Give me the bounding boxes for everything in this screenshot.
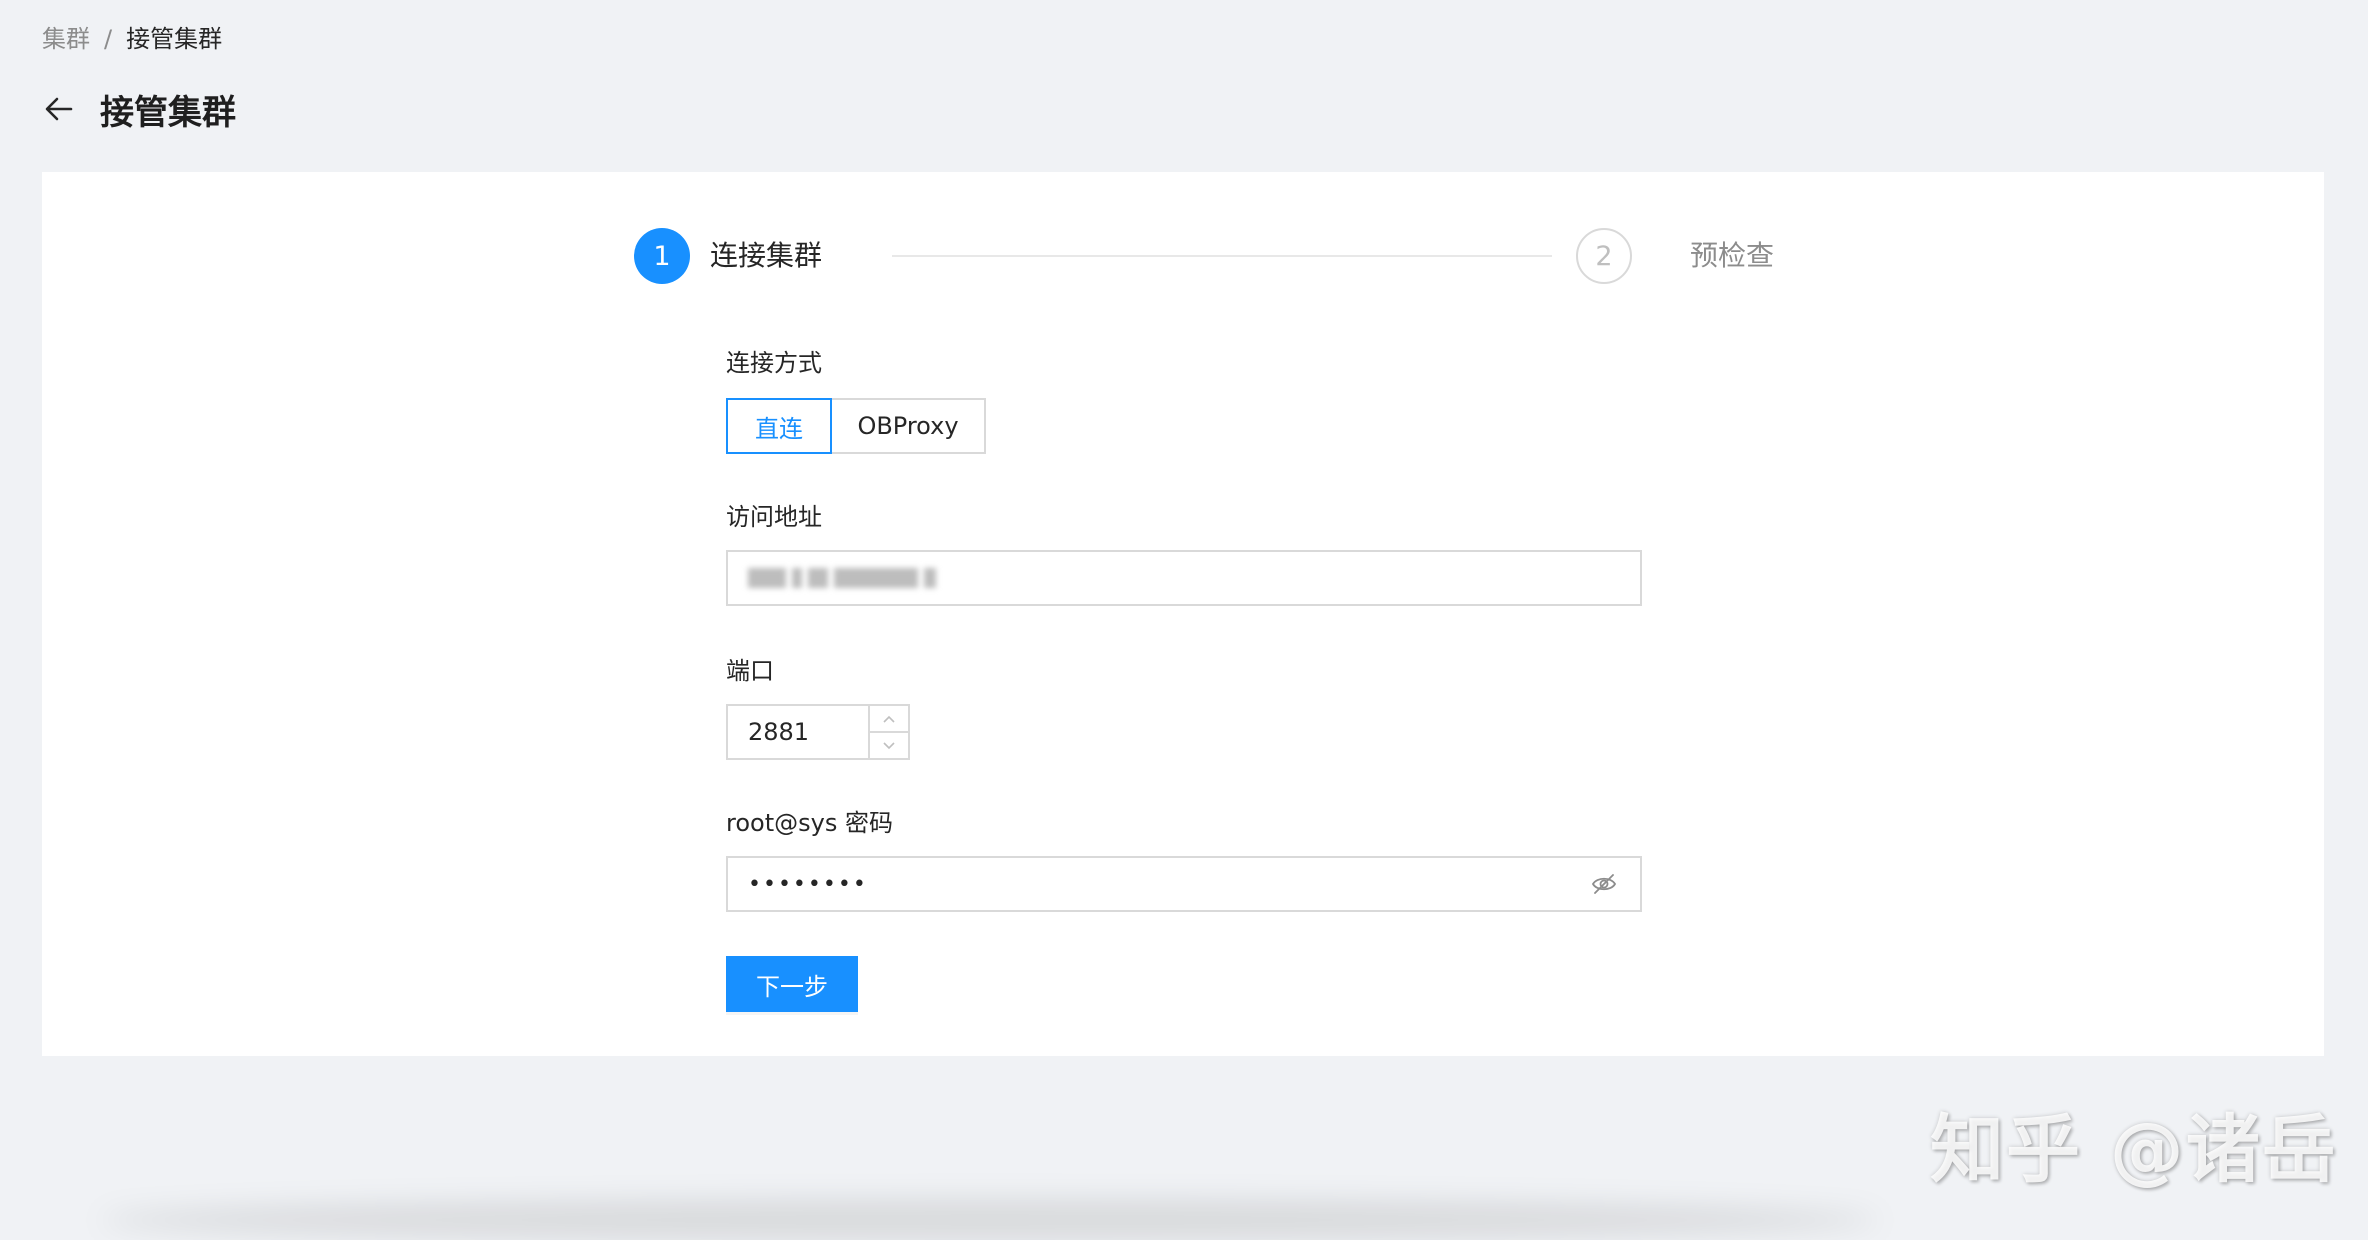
port-stepper [868,706,908,758]
page-title: 接管集群 [100,92,236,133]
back-button[interactable] [42,92,76,126]
address-input[interactable] [726,550,1642,606]
step-2-icon: 2 [1576,228,1632,284]
chevron-up-icon [883,715,895,723]
connection-method-label: 连接方式 [726,349,822,377]
port-decrement-button[interactable] [870,733,908,758]
eye-invisible-icon [1591,874,1617,894]
breadcrumb-item-takeover: 接管集群 [126,25,223,53]
breadcrumb-item-cluster[interactable]: 集群 [42,22,90,56]
watermark-text: 知乎 @诸岳 [1930,1107,2338,1193]
steps: 1 连接集群 2 预检查 [634,228,1780,284]
breadcrumb-separator: / [104,25,113,53]
port-value[interactable]: 2881 [728,706,868,758]
step-1-icon: 1 [634,228,690,284]
step-connector-line [892,255,1552,257]
bottom-shadow [100,1200,1880,1240]
page-header: 接管集群 [42,82,236,136]
address-redacted-value [748,568,936,588]
arrow-left-icon [45,97,73,121]
radio-obproxy[interactable]: OBProxy [832,398,986,454]
chevron-down-icon [883,741,895,749]
password-visibility-toggle[interactable] [1588,868,1620,900]
radio-direct[interactable]: 直连 [726,398,832,454]
port-input[interactable]: 2881 [726,704,910,760]
connection-method-radio-group: 直连 OBProxy [726,398,986,454]
password-input[interactable]: •••••••• [726,856,1642,912]
step-1-title: 连接集群 [710,239,823,272]
form-card: 1 连接集群 2 预检查 连接方式 直连 OBProxy 访问地址 端口 288… [42,172,2324,1056]
password-masked-value: •••••••• [748,871,868,897]
port-increment-button[interactable] [870,706,908,733]
port-label: 端口 [726,657,774,685]
next-step-button[interactable]: 下一步 [726,956,858,1012]
step-2-title: 预检查 [1690,239,1775,272]
password-label: root@sys 密码 [726,809,893,837]
breadcrumb: 集群 / 接管集群 [42,22,222,56]
address-label: 访问地址 [726,503,822,531]
